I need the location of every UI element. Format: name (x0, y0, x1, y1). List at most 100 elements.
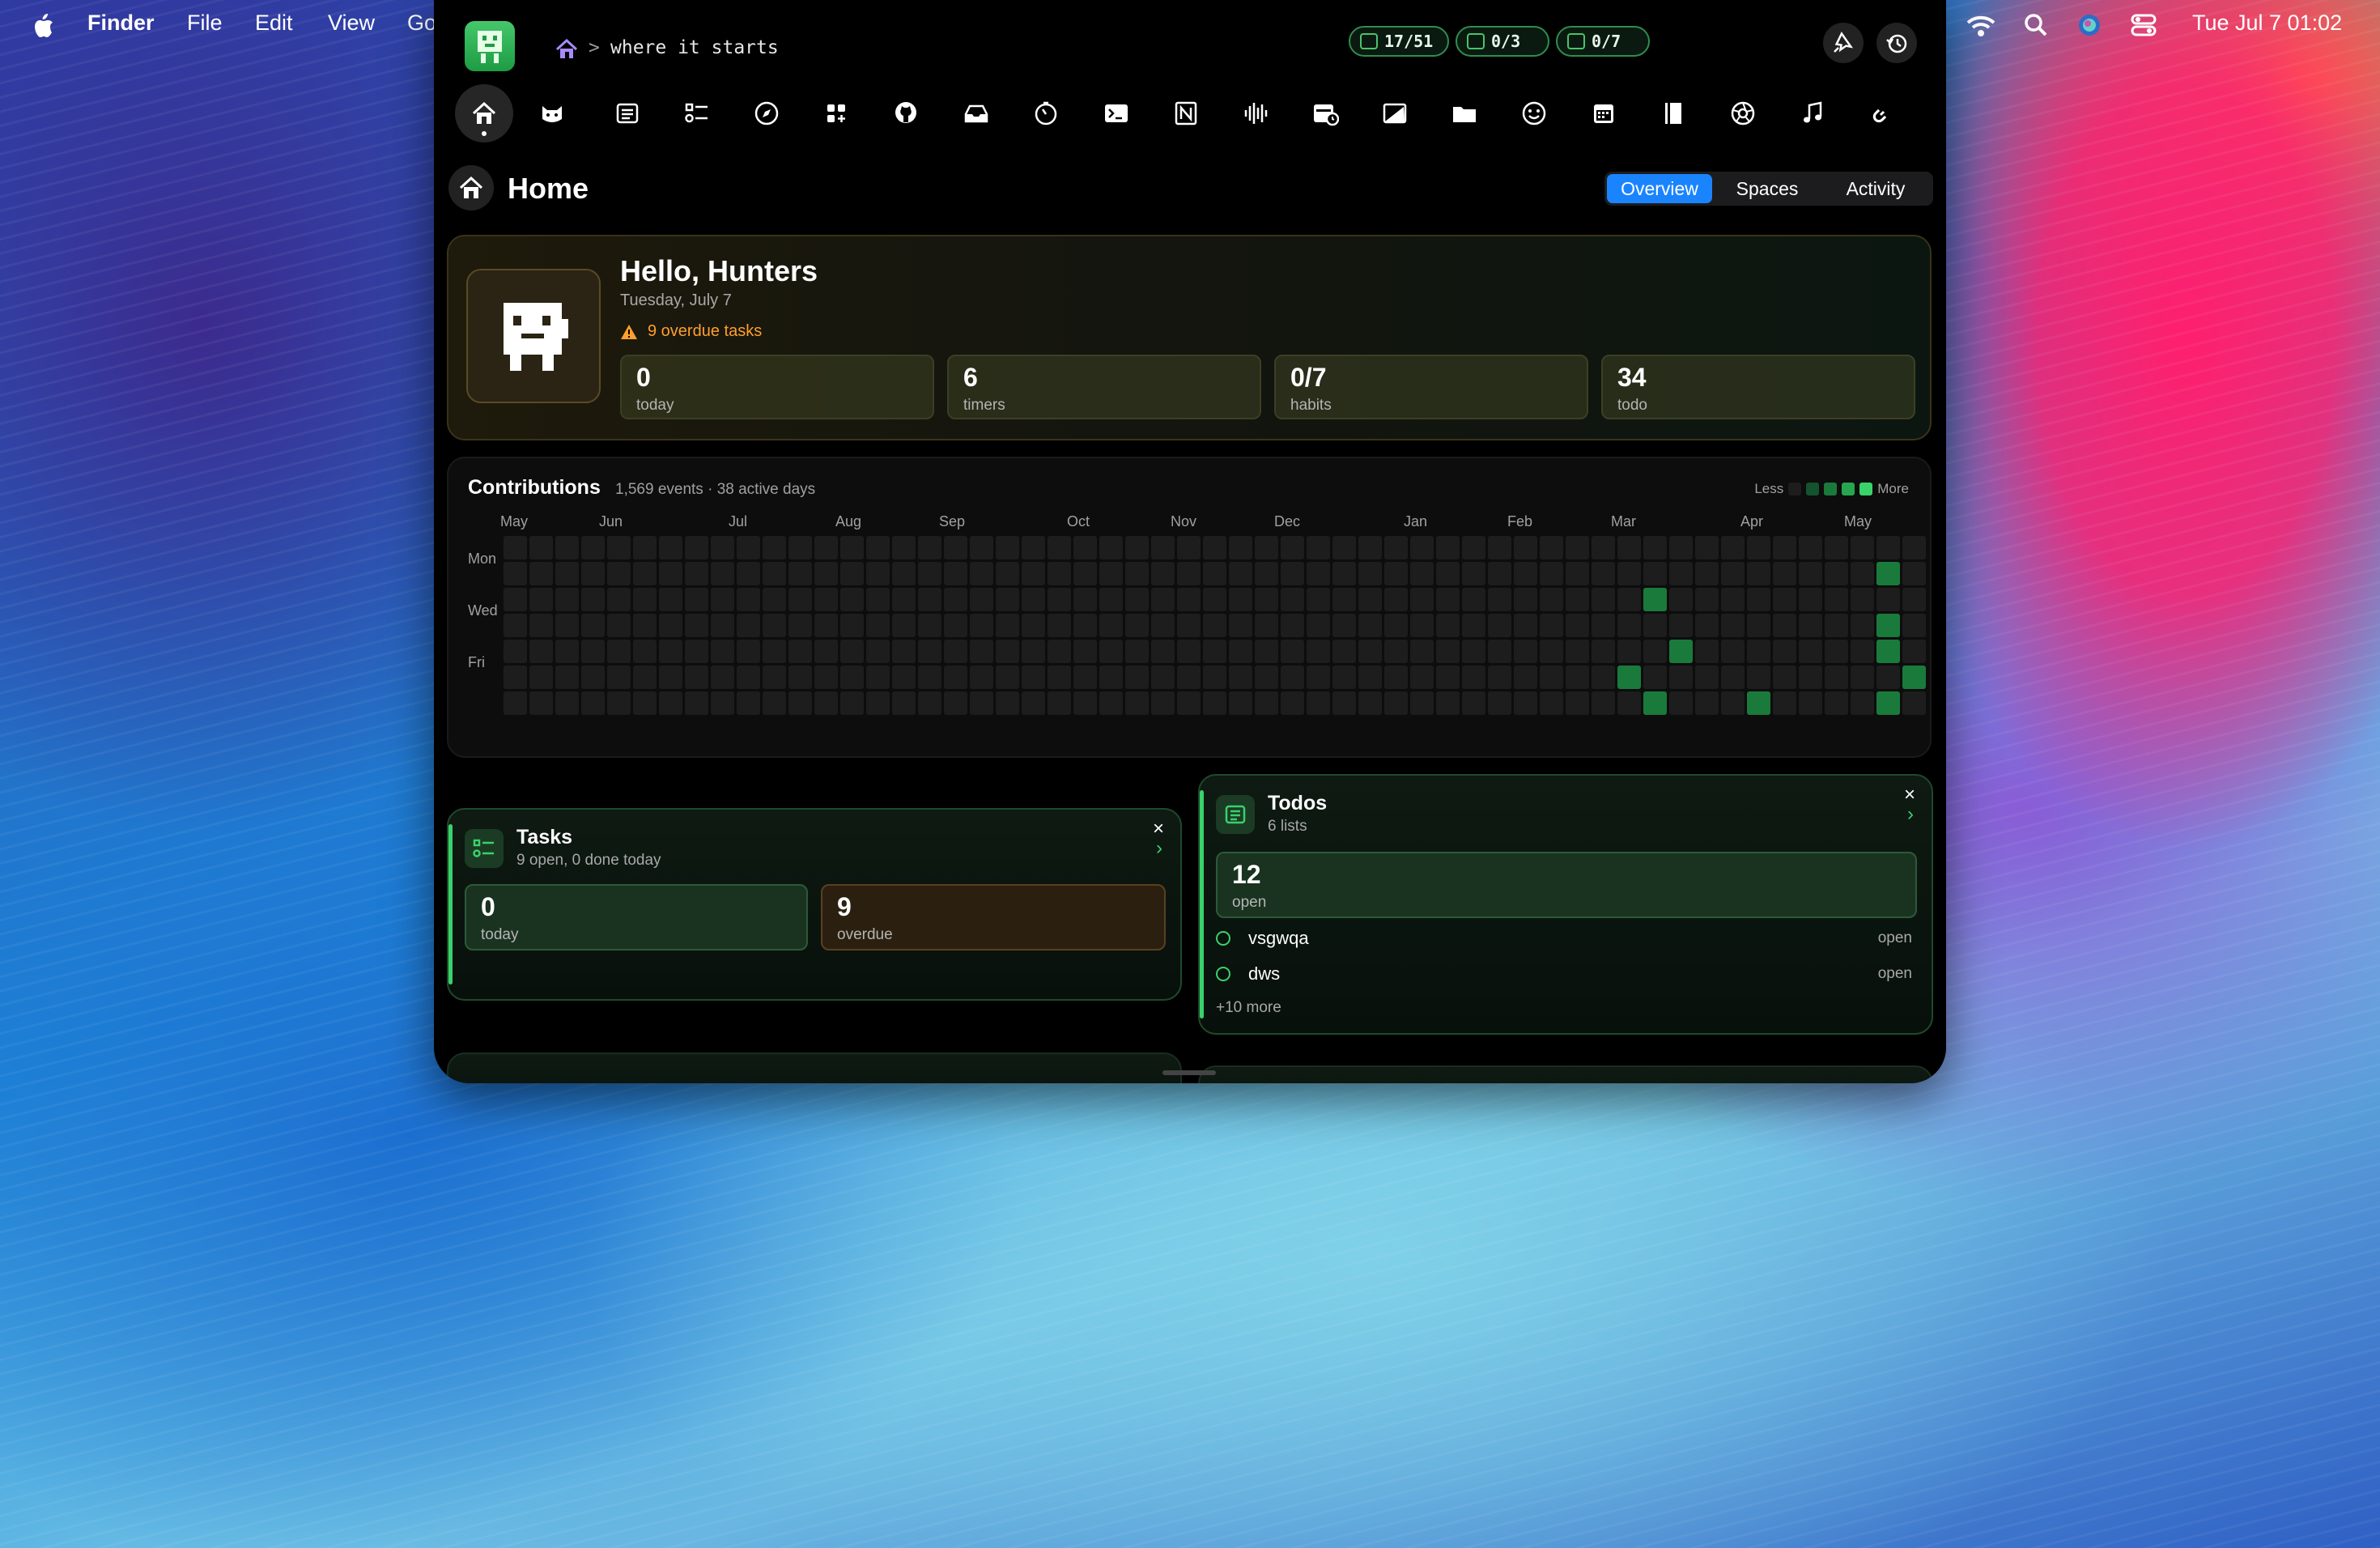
contribution-cell[interactable] (1307, 536, 1330, 559)
contribution-cell[interactable] (1151, 536, 1175, 559)
contribution-cell[interactable] (1073, 666, 1097, 689)
contribution-cell[interactable] (529, 536, 553, 559)
contribution-cell[interactable] (788, 562, 812, 585)
contribution-cell[interactable] (737, 588, 760, 611)
toolbar-explore[interactable] (737, 84, 796, 142)
contribution-cell[interactable] (659, 614, 682, 637)
menu-view[interactable]: View (328, 11, 375, 36)
contribution-cell[interactable] (1592, 588, 1615, 611)
contribution-cell[interactable] (1436, 691, 1460, 715)
siri-icon[interactable] (2077, 13, 2102, 37)
contribution-cell[interactable] (1876, 640, 1900, 663)
contribution-cell[interactable] (1229, 536, 1252, 559)
toolbar-links[interactable] (1853, 84, 1911, 142)
contribution-cell[interactable] (504, 536, 527, 559)
contribution-cell[interactable] (1177, 691, 1201, 715)
contribution-cell[interactable] (1876, 536, 1900, 559)
contribution-cell[interactable] (1255, 588, 1278, 611)
contribution-cell[interactable] (1410, 536, 1434, 559)
contribution-cell[interactable] (1669, 614, 1693, 637)
contribution-cell[interactable] (607, 536, 631, 559)
contribution-cell[interactable] (1876, 666, 1900, 689)
contribution-cell[interactable] (1799, 588, 1822, 611)
contribution-cell[interactable] (1384, 691, 1408, 715)
contribution-cell[interactable] (685, 640, 708, 663)
contribution-cell[interactable] (1514, 588, 1537, 611)
menu-edit[interactable]: Edit (255, 11, 293, 36)
contribution-cell[interactable] (970, 562, 993, 585)
contribution-cell[interactable] (1255, 536, 1278, 559)
contribution-cell[interactable] (1514, 614, 1537, 637)
contribution-cell[interactable] (892, 614, 916, 637)
contribution-cell[interactable] (1332, 536, 1356, 559)
contribution-cell[interactable] (1436, 614, 1460, 637)
contribution-cell[interactable] (737, 691, 760, 715)
contribution-cell[interactable] (892, 562, 916, 585)
contribution-cell[interactable] (763, 640, 786, 663)
contribution-cell[interactable] (1384, 536, 1408, 559)
contribution-cell[interactable] (1747, 536, 1770, 559)
contribution-cell[interactable] (1177, 562, 1201, 585)
toolbar-voice[interactable] (1226, 84, 1285, 142)
contribution-cell[interactable] (996, 614, 1019, 637)
contribution-cell[interactable] (1643, 614, 1667, 637)
contribution-cell[interactable] (1177, 666, 1201, 689)
contribution-cell[interactable] (1384, 588, 1408, 611)
contribution-cell[interactable] (633, 588, 657, 611)
contribution-cell[interactable] (1125, 562, 1149, 585)
contribution-cell[interactable] (1048, 666, 1071, 689)
contribution-cell[interactable] (1177, 588, 1201, 611)
contribution-cell[interactable] (866, 614, 890, 637)
contribution-cell[interactable] (1332, 562, 1356, 585)
contribution-cell[interactable] (1332, 588, 1356, 611)
contribution-cell[interactable] (1462, 614, 1485, 637)
contribution-cell[interactable] (633, 691, 657, 715)
toolbar-files[interactable] (1435, 84, 1494, 142)
contribution-cell[interactable] (1384, 614, 1408, 637)
contribution-cell[interactable] (1643, 691, 1667, 715)
contribution-cell[interactable] (711, 640, 734, 663)
contribution-cell[interactable] (1825, 562, 1848, 585)
contribution-cell[interactable] (892, 588, 916, 611)
contribution-cell[interactable] (763, 562, 786, 585)
menu-file[interactable]: File (187, 11, 223, 36)
contribution-cell[interactable] (1592, 691, 1615, 715)
contribution-cell[interactable] (633, 640, 657, 663)
contribution-cell[interactable] (1592, 666, 1615, 689)
contribution-cell[interactable] (1592, 536, 1615, 559)
contribution-cell[interactable] (1773, 691, 1796, 715)
contribution-cell[interactable] (1022, 691, 1045, 715)
chevron-right-icon[interactable]: › (1156, 837, 1162, 860)
contribution-cell[interactable] (711, 691, 734, 715)
contribution-cell[interactable] (607, 614, 631, 637)
contribution-cell[interactable] (555, 536, 579, 559)
tasks-progress-pill[interactable]: 0/3 (1456, 26, 1549, 57)
toolbar-notes[interactable] (598, 84, 657, 142)
tasks-today-box[interactable]: 0 today (465, 884, 808, 950)
contribution-cell[interactable] (1332, 666, 1356, 689)
contribution-cell[interactable] (1410, 640, 1434, 663)
contribution-cell[interactable] (555, 640, 579, 663)
contribution-cell[interactable] (1151, 588, 1175, 611)
contribution-cell[interactable] (1902, 614, 1926, 637)
contribution-cell[interactable] (1255, 691, 1278, 715)
contribution-cell[interactable] (1307, 562, 1330, 585)
contribution-cell[interactable] (1643, 666, 1667, 689)
contribution-cell[interactable] (996, 588, 1019, 611)
contribution-cell[interactable] (1048, 562, 1071, 585)
contribution-cell[interactable] (1099, 614, 1123, 637)
contribution-cell[interactable] (529, 562, 553, 585)
contribution-cell[interactable] (1488, 691, 1511, 715)
contribution-cell[interactable] (581, 666, 605, 689)
contribution-cell[interactable] (1773, 640, 1796, 663)
stat-timers[interactable]: 6 timers (947, 355, 1261, 419)
contribution-cell[interactable] (581, 562, 605, 585)
toolbar-music[interactable] (1783, 84, 1842, 142)
contribution-cell[interactable] (970, 666, 993, 689)
contribution-cell[interactable] (1307, 614, 1330, 637)
contribution-cell[interactable] (1902, 691, 1926, 715)
contribution-cell[interactable] (1488, 562, 1511, 585)
contribution-cell[interactable] (1825, 666, 1848, 689)
toolbar-notion[interactable] (1157, 84, 1215, 142)
contribution-cell[interactable] (1540, 536, 1563, 559)
